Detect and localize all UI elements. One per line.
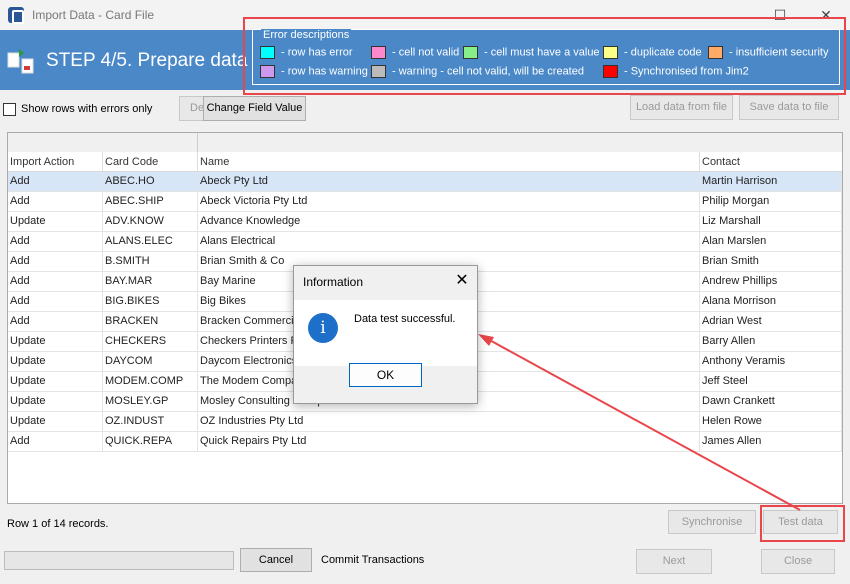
table-cell[interactable]: Martin Harrison	[700, 172, 842, 192]
table-cell[interactable]: Brian Smith	[700, 252, 842, 272]
step-title: STEP 4/5. Prepare data	[46, 50, 248, 71]
cancel-button[interactable]: Cancel	[240, 548, 312, 572]
table-cell[interactable]: Update	[8, 352, 103, 372]
table-cell[interactable]: Andrew Phillips	[700, 272, 842, 292]
table-cell[interactable]: Abeck Victoria Pty Ltd	[198, 192, 700, 212]
table-cell[interactable]: BRACKEN	[103, 312, 198, 332]
table-cell[interactable]: Update	[8, 332, 103, 352]
table-cell[interactable]: Advance Knowledge	[198, 212, 700, 232]
table-row[interactable]: Update ADV.KNOW Advance Knowledge Liz Marsh…	[8, 212, 842, 232]
table-cell[interactable]: Add	[8, 232, 103, 252]
app-icon	[8, 7, 24, 24]
close-button[interactable]: Close	[761, 549, 835, 574]
change-field-value-button[interactable]: Change Field Value	[203, 96, 306, 121]
table-row[interactable]: Add ALANS.ELEC Alans Electrical Alan Marsle…	[8, 232, 842, 252]
table-cell[interactable]: Alana Morrison	[700, 292, 842, 312]
ok-button[interactable]: OK	[349, 363, 422, 387]
table-cell[interactable]: MOSLEY.GP	[103, 392, 198, 412]
next-button[interactable]: Next	[636, 549, 712, 574]
progress-bar	[4, 551, 234, 570]
table-cell[interactable]: Add	[8, 312, 103, 332]
import-document-icon	[7, 49, 34, 74]
dialog-title: Information	[303, 275, 364, 289]
table-row[interactable]: Add QUICK.REPA Quick Repairs Pty Ltd James …	[8, 432, 842, 452]
status-text: Row 1 of 14 records.	[7, 518, 109, 530]
show-errors-checkbox[interactable]	[3, 103, 16, 116]
legend-highlight-box	[243, 17, 846, 95]
table-cell[interactable]: Quick Repairs Pty Ltd	[198, 432, 700, 452]
table-cell[interactable]: Update	[8, 392, 103, 412]
table-row[interactable]: Add ABEC.HO Abeck Pty Ltd Martin Harrison	[8, 172, 842, 192]
table-cell[interactable]: Anthony Veramis	[700, 352, 842, 372]
table-cell[interactable]: Update	[8, 412, 103, 432]
grid-group-header	[198, 133, 842, 153]
table-cell[interactable]: OZ Industries Pty Ltd	[198, 412, 700, 432]
table-cell[interactable]: OZ.INDUST	[103, 412, 198, 432]
table-row[interactable]: Add ABEC.SHIP Abeck Victoria Pty Ltd Philip…	[8, 192, 842, 212]
window-title: Import Data - Card File	[32, 8, 155, 22]
table-cell[interactable]: BIG.BIKES	[103, 292, 198, 312]
table-cell[interactable]: Add	[8, 292, 103, 312]
table-cell[interactable]: Update	[8, 212, 103, 232]
save-data-button[interactable]: Save data to file	[739, 95, 839, 120]
table-cell[interactable]: Add	[8, 192, 103, 212]
table-cell[interactable]: B.SMITH	[103, 252, 198, 272]
table-cell[interactable]: ADV.KNOW	[103, 212, 198, 232]
load-data-button[interactable]: Load data from file	[630, 95, 733, 120]
commit-transactions-label: Commit Transactions	[321, 554, 425, 566]
table-cell[interactable]: Adrian West	[700, 312, 842, 332]
grid-group-header	[8, 133, 198, 153]
table-cell[interactable]: Liz Marshall	[700, 212, 842, 232]
column-header-name[interactable]: Name	[198, 152, 700, 172]
dialog-body: i Data test successful.	[294, 300, 477, 366]
table-cell[interactable]: Add	[8, 252, 103, 272]
table-cell[interactable]: Update	[8, 372, 103, 392]
table-cell[interactable]: Alans Electrical	[198, 232, 700, 252]
table-cell[interactable]: Abeck Pty Ltd	[198, 172, 700, 192]
table-row[interactable]: Update OZ.INDUST OZ Industries Pty Ltd Hele…	[8, 412, 842, 432]
synchronise-button[interactable]: Synchronise	[668, 510, 756, 534]
column-header-contact[interactable]: Contact	[700, 152, 842, 172]
table-cell[interactable]: Add	[8, 432, 103, 452]
dialog-close-icon[interactable]: ✕	[452, 271, 472, 291]
table-cell[interactable]: Add	[8, 172, 103, 192]
table-cell[interactable]: BAY.MAR	[103, 272, 198, 292]
column-header-card-code[interactable]: Card Code	[103, 152, 198, 172]
info-icon: i	[308, 313, 338, 343]
table-cell[interactable]: ABEC.HO	[103, 172, 198, 192]
table-cell[interactable]: ALANS.ELEC	[103, 232, 198, 252]
table-cell[interactable]: CHECKERS	[103, 332, 198, 352]
information-dialog: Information ✕ i Data test successful. OK	[293, 265, 478, 404]
table-cell[interactable]: Add	[8, 272, 103, 292]
show-errors-label: Show rows with errors only	[21, 103, 153, 115]
table-cell[interactable]: MODEM.COMP	[103, 372, 198, 392]
table-cell[interactable]: Jeff Steel	[700, 372, 842, 392]
table-cell[interactable]: Barry Allen	[700, 332, 842, 352]
dialog-message: Data test successful.	[354, 313, 456, 325]
table-cell[interactable]: DAYCOM	[103, 352, 198, 372]
column-header-import-action[interactable]: Import Action	[8, 152, 103, 172]
table-cell[interactable]: James Allen	[700, 432, 842, 452]
table-cell[interactable]: Alan Marslen	[700, 232, 842, 252]
table-cell[interactable]: QUICK.REPA	[103, 432, 198, 452]
table-cell[interactable]: Dawn Crankett	[700, 392, 842, 412]
table-cell[interactable]: ABEC.SHIP	[103, 192, 198, 212]
table-cell[interactable]: Helen Rowe	[700, 412, 842, 432]
test-data-highlight-box	[760, 505, 845, 542]
table-cell[interactable]: Philip Morgan	[700, 192, 842, 212]
